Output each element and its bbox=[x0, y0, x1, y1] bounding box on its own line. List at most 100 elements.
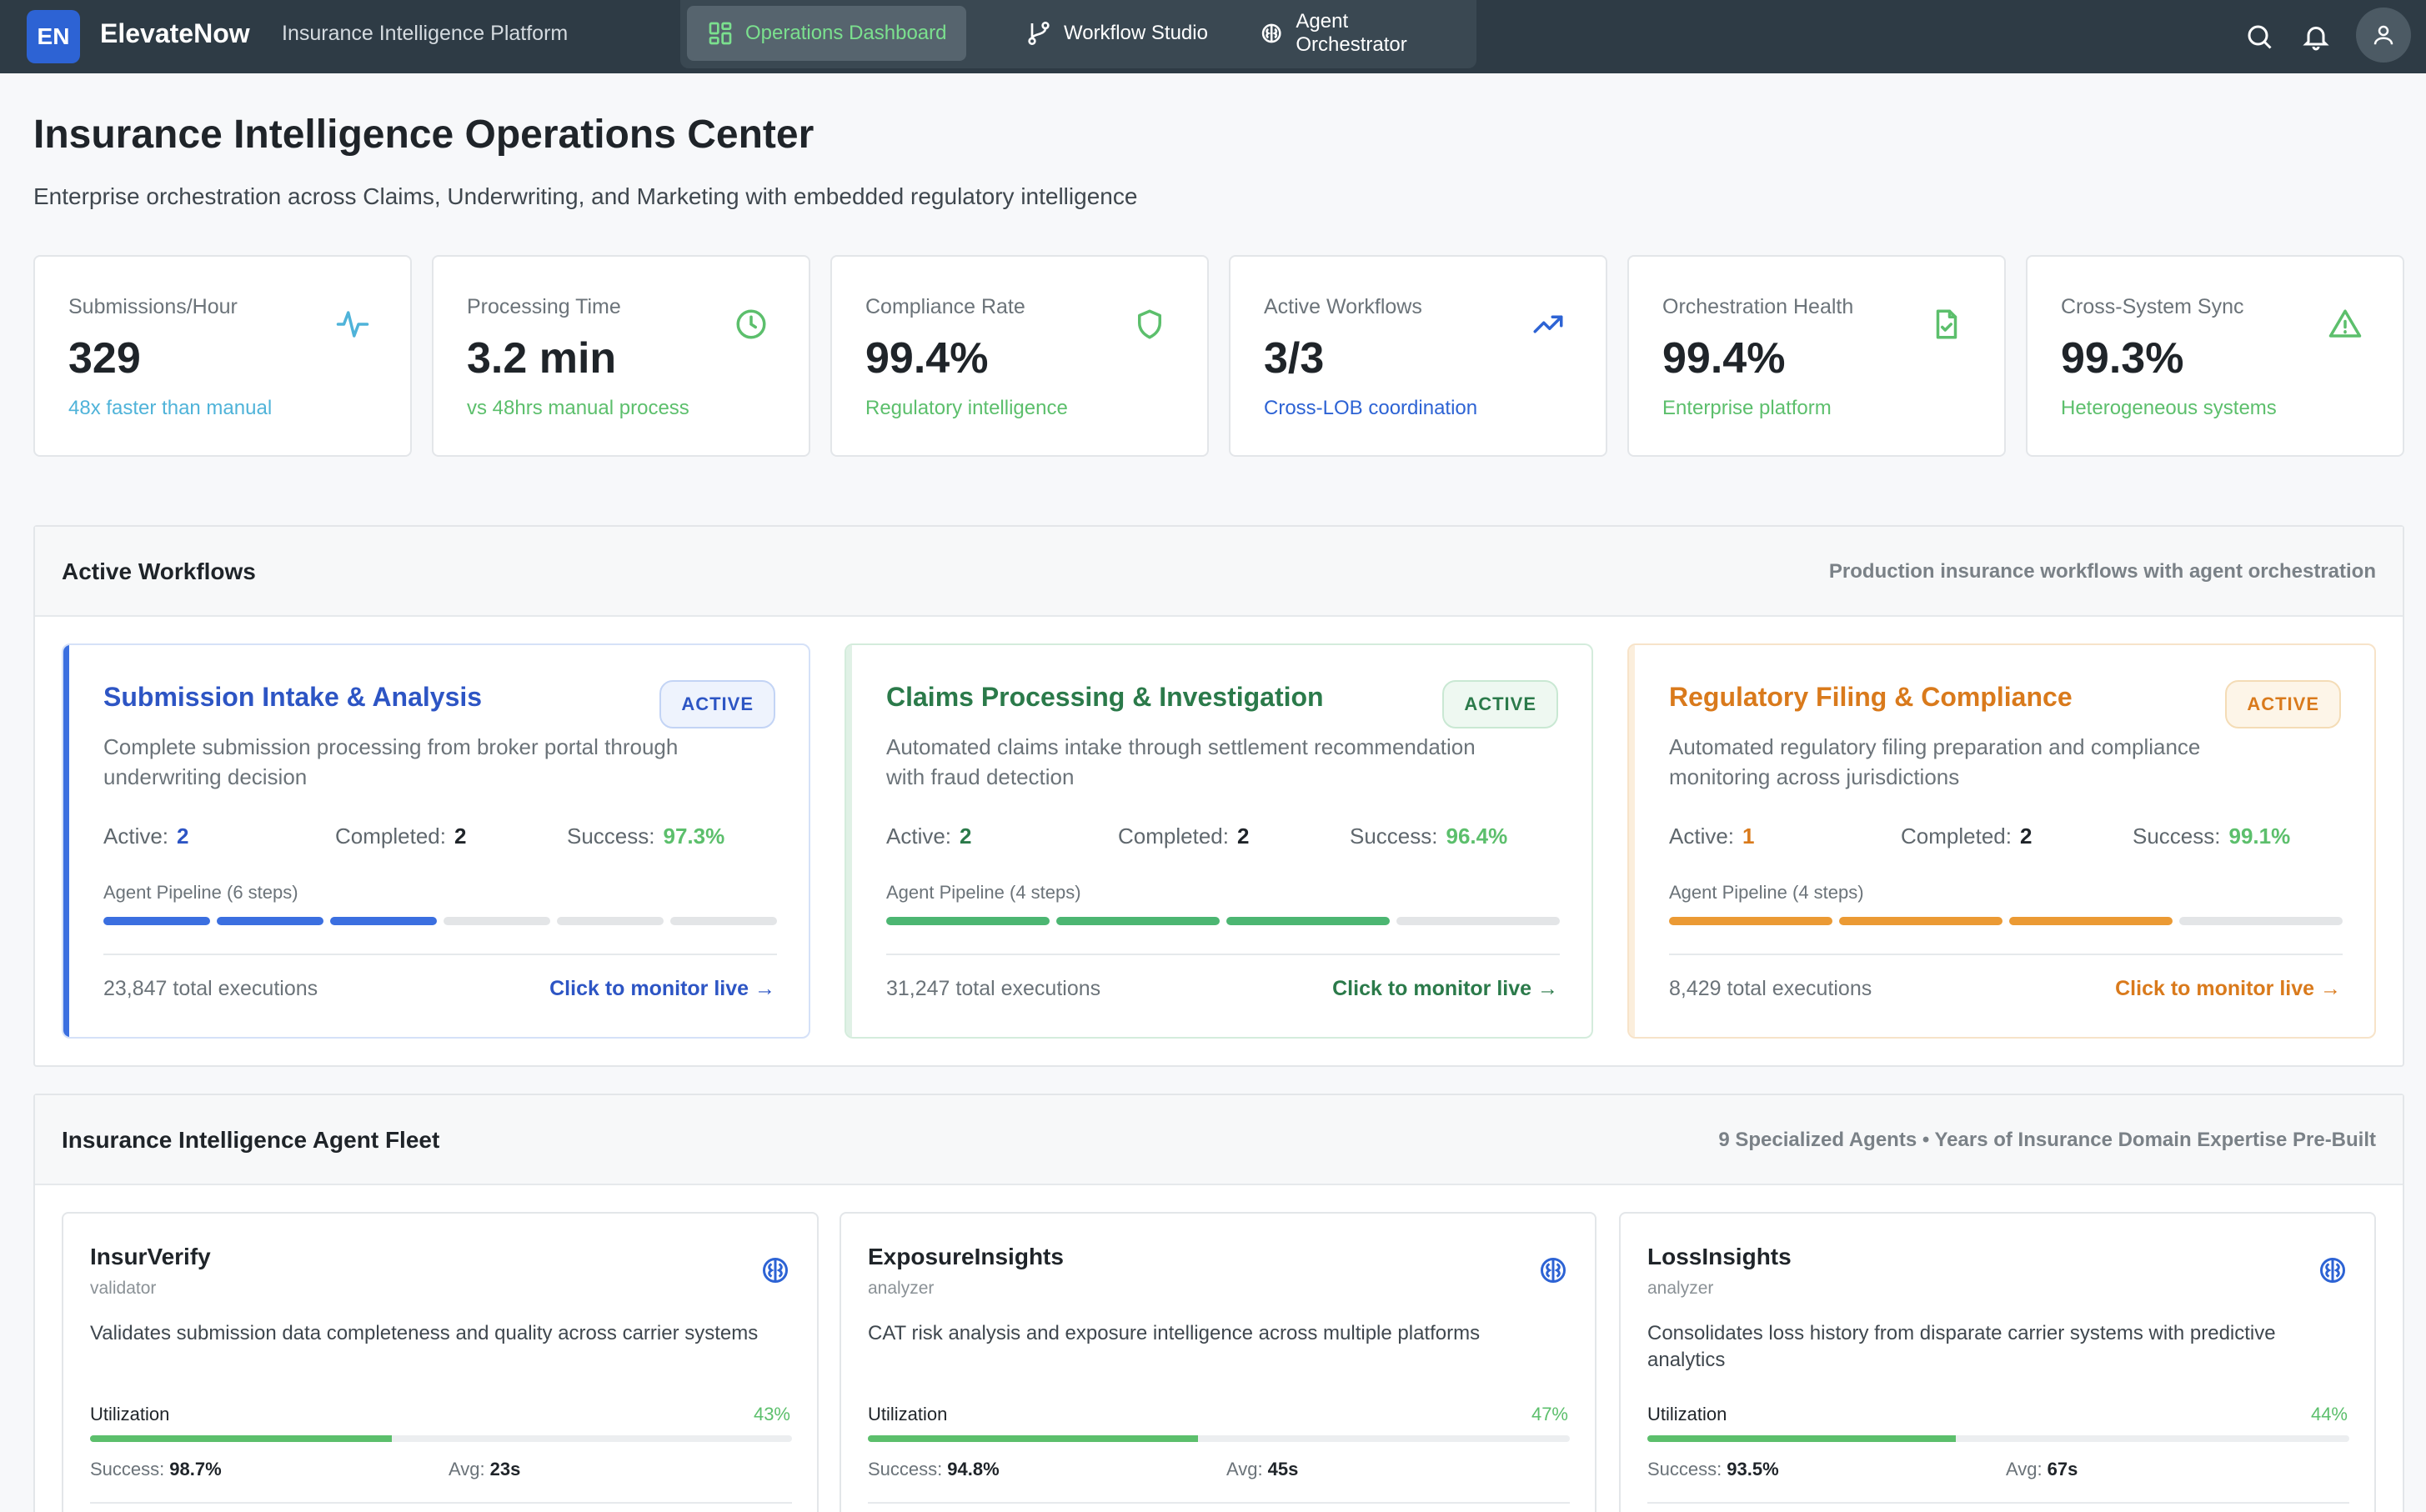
tab-operations-dashboard[interactable]: Operations Dashboard bbox=[687, 6, 967, 61]
workflow-card-submission-intake[interactable]: Submission Intake & Analysis ACTIVE Comp… bbox=[62, 643, 810, 1039]
monitor-live-link[interactable]: Click to monitor live → bbox=[2115, 977, 2341, 1001]
tab-label: Workflow Studio bbox=[1064, 22, 1208, 44]
divider bbox=[886, 954, 1560, 955]
status-badge: ACTIVE bbox=[2225, 680, 2341, 728]
utilization-percent: 47% bbox=[1531, 1404, 1568, 1424]
brand-name[interactable]: ElevateNow bbox=[100, 18, 250, 49]
kpi-value: 3.2 min bbox=[467, 334, 617, 383]
stat-label: Avg: bbox=[449, 1459, 485, 1479]
workflow-title: Submission Intake & Analysis bbox=[103, 682, 483, 712]
branch-icon bbox=[1028, 22, 1050, 45]
monitor-live-link[interactable]: Click to monitor live → bbox=[1332, 977, 1558, 1001]
kpi-card-compliance-rate[interactable]: Compliance Rate 99.4% Regulatory intelli… bbox=[830, 255, 1209, 457]
kpi-value: 99.4% bbox=[1662, 334, 1786, 383]
pipeline-step bbox=[330, 917, 437, 925]
pipeline-step bbox=[2179, 917, 2343, 925]
monitor-live-link[interactable]: Click to monitor live → bbox=[549, 977, 775, 1001]
agent-card-lossinsights[interactable]: LossInsights analyzer Consolidates loss … bbox=[1619, 1212, 2376, 1512]
stat-success: Success: 99.1% bbox=[2133, 824, 2290, 849]
panel-description: 9 Specialized Agents • Years of Insuranc… bbox=[1718, 1129, 2376, 1151]
kpi-note: Heterogeneous systems bbox=[2061, 397, 2277, 419]
tab-workflow-studio[interactable]: Workflow Studio bbox=[1005, 6, 1228, 61]
stat-value: 45s bbox=[1267, 1459, 1299, 1479]
agent-role: analyzer bbox=[868, 1279, 935, 1298]
agent-name: LossInsights bbox=[1647, 1244, 1792, 1269]
kpi-note: Cross-LOB coordination bbox=[1264, 397, 1478, 419]
tab-agent-orchestrator[interactable]: Agent Orchestrator bbox=[1239, 6, 1476, 61]
stat-value: 1 bbox=[1742, 824, 1755, 849]
kpi-label: Active Workflows bbox=[1264, 295, 1422, 318]
stat-label: Avg: bbox=[2006, 1459, 2043, 1479]
agent-avg-time: Avg: 45s bbox=[1226, 1459, 1298, 1480]
stat-label: Success: bbox=[567, 824, 655, 849]
workflow-title: Regulatory Filing & Compliance bbox=[1669, 682, 2073, 712]
kpi-card-active-workflows[interactable]: Active Workflows 3/3 Cross-LOB coordinat… bbox=[1229, 255, 1607, 457]
pipeline-label: Agent Pipeline (4 steps) bbox=[1669, 882, 1864, 903]
stat-success: Success: 96.4% bbox=[1350, 824, 1507, 849]
utilization-fill bbox=[868, 1435, 1198, 1442]
kpi-card-orchestration-health[interactable]: Orchestration Health 99.4% Enterprise pl… bbox=[1627, 255, 2006, 457]
pipeline-step bbox=[1056, 917, 1220, 925]
panel-title: Active Workflows bbox=[62, 558, 256, 584]
search-button[interactable] bbox=[2239, 17, 2279, 57]
agent-card-exposureinsights[interactable]: ExposureInsights analyzer CAT risk analy… bbox=[840, 1212, 1596, 1512]
card-accent-bar bbox=[63, 645, 69, 1037]
kpi-card-submissions[interactable]: Submissions/Hour 329 48x faster than man… bbox=[33, 255, 412, 457]
stat-active: Active: 1 bbox=[1669, 824, 1755, 849]
agent-role: validator bbox=[90, 1279, 157, 1298]
stat-completed: Completed: 2 bbox=[1901, 824, 2032, 849]
stat-value: 99.1% bbox=[2228, 824, 2291, 849]
stat-value: 96.4% bbox=[1446, 824, 1508, 849]
utilization-bar bbox=[868, 1435, 1570, 1442]
alert-triangle-icon bbox=[2328, 309, 2362, 338]
kpi-card-processing-time[interactable]: Processing Time 3.2 min vs 48hrs manual … bbox=[432, 255, 810, 457]
utilization-label: Utilization bbox=[868, 1404, 948, 1424]
kpi-value: 329 bbox=[68, 334, 141, 383]
app-logo[interactable]: EN bbox=[27, 10, 80, 63]
user-avatar[interactable] bbox=[2356, 8, 2411, 63]
stat-value: 2 bbox=[2019, 824, 2033, 849]
notifications-button[interactable] bbox=[2296, 17, 2336, 57]
stat-value: 93.5% bbox=[1727, 1459, 1779, 1479]
workflow-description: Complete submission processing from brok… bbox=[103, 734, 679, 789]
card-accent-bar bbox=[846, 645, 852, 1037]
pipeline-step bbox=[103, 917, 210, 925]
stat-value: 97.3% bbox=[663, 824, 725, 849]
stat-value: 2 bbox=[177, 824, 189, 849]
stat-label: Success: bbox=[2133, 824, 2221, 849]
workflow-card-claims-processing[interactable]: Claims Processing & Investigation ACTIVE… bbox=[845, 643, 1593, 1039]
stat-value: 2 bbox=[454, 824, 467, 849]
file-check-icon bbox=[1936, 309, 1957, 339]
agent-card-insurverify[interactable]: InsurVerify validator Validates submissi… bbox=[62, 1212, 819, 1512]
kpi-label: Cross-System Sync bbox=[2061, 295, 2244, 318]
panel-header: Active Workflows Production insurance wo… bbox=[35, 527, 2403, 617]
kpi-value: 99.3% bbox=[2061, 334, 2184, 383]
divider bbox=[1647, 1502, 2349, 1504]
status-badge: ACTIVE bbox=[1442, 680, 1558, 728]
grid-icon bbox=[709, 22, 732, 45]
utilization-fill bbox=[90, 1435, 393, 1442]
stat-value: 67s bbox=[2047, 1459, 2078, 1479]
pipeline-step bbox=[1396, 917, 1560, 925]
stat-label: Completed: bbox=[1118, 824, 1229, 849]
brain-icon bbox=[763, 1257, 788, 1284]
pipeline-step bbox=[217, 917, 323, 925]
utilization-percent: 44% bbox=[2310, 1404, 2348, 1424]
kpi-card-cross-system-sync[interactable]: Cross-System Sync 99.3% Heterogeneous sy… bbox=[2026, 255, 2404, 457]
workflow-card-regulatory-filing[interactable]: Regulatory Filing & Compliance ACTIVE Au… bbox=[1627, 643, 2376, 1039]
total-executions: 8,429 total executions bbox=[1669, 977, 1872, 1000]
stat-label: Success: bbox=[1647, 1459, 1722, 1479]
page-title: Insurance Intelligence Operations Center bbox=[33, 113, 815, 157]
pipeline-step bbox=[670, 917, 777, 925]
brain-icon bbox=[1261, 23, 1281, 43]
brain-icon bbox=[1541, 1257, 1566, 1284]
search-icon bbox=[2248, 25, 2272, 49]
total-executions: 23,847 total executions bbox=[103, 977, 318, 1000]
page-subtitle: Enterprise orchestration across Claims, … bbox=[33, 183, 1138, 209]
stat-label: Completed: bbox=[335, 824, 446, 849]
activity-icon bbox=[336, 311, 369, 338]
agent-name: InsurVerify bbox=[90, 1244, 211, 1269]
divider bbox=[90, 1502, 792, 1504]
pipeline-step bbox=[1226, 917, 1390, 925]
pipeline-step bbox=[886, 917, 1050, 925]
